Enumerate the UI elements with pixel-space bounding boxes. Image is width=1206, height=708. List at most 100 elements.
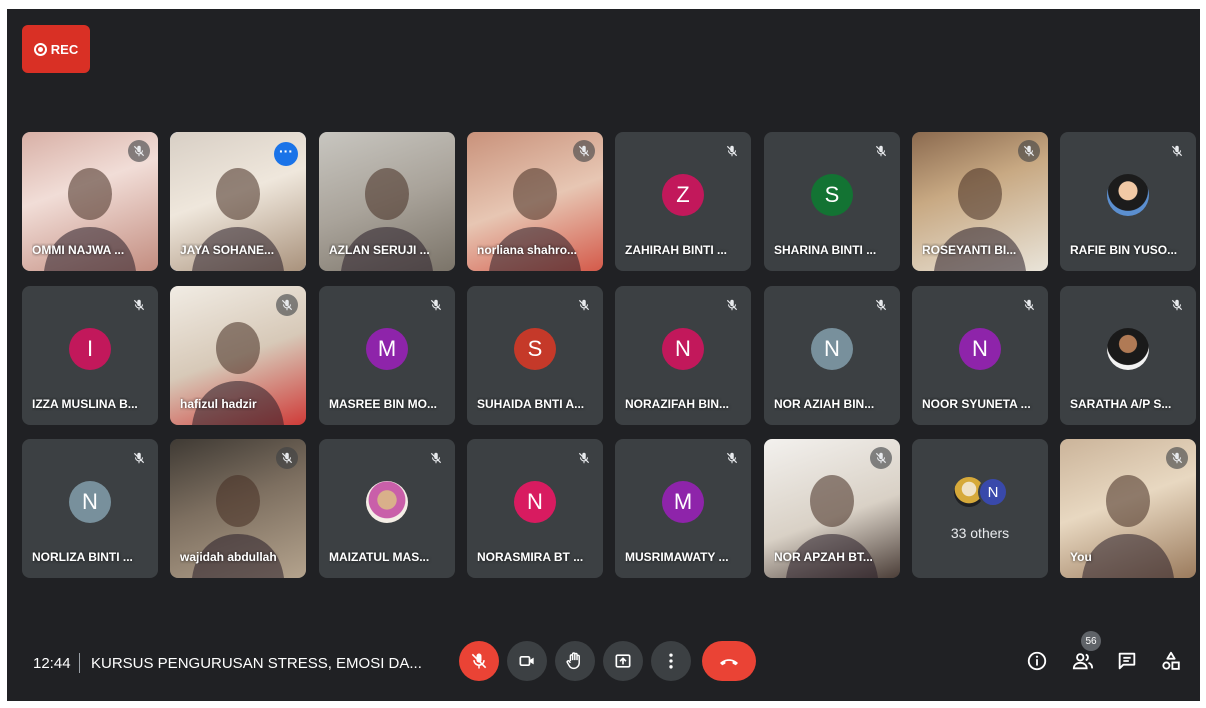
chat-button[interactable] [1113,647,1141,675]
participant-name: MAIZATUL MAS... [329,550,430,564]
avatar-photo [1107,328,1149,370]
avatar: N [811,328,853,370]
participant-tile[interactable]: ROSEYANTI BI... [912,132,1048,271]
muted-indicator [870,447,892,469]
muted-indicator [721,294,743,316]
meeting-title[interactable]: KURSUS PENGURUSAN STRESS, EMOSI DA... [91,655,422,672]
mic-off-icon [1023,299,1035,311]
meeting-stage: REC OMMI NAJWA ... ··· JAYA SOHANE... AZLAN… [7,9,1200,701]
avatar: N [662,328,704,370]
others-tile[interactable]: N 33 others [912,439,1048,578]
participant-name: SUHAIDA BNTI A... [477,397,585,411]
leave-call-button[interactable] [702,641,756,681]
people-button[interactable] [1069,647,1097,675]
participant-count-badge: 56 [1081,631,1101,651]
avatar: N [959,328,1001,370]
muted-indicator [276,294,298,316]
recording-label: REC [50,41,79,57]
mic-off-icon [133,145,145,157]
participant-name: norliana shahro... [477,243,578,257]
participant-tile[interactable]: ··· JAYA SOHANE... [170,132,306,271]
muted-indicator [1166,294,1188,316]
mic-off-icon [430,299,442,311]
participant-tile[interactable]: SARATHA A/P S... [1060,286,1196,425]
participant-tile[interactable]: MAIZATUL MAS... [319,439,455,578]
others-avatars: N [954,475,1010,509]
mic-off-icon [1023,145,1035,157]
participant-name: NORAZIFAH BIN... [625,397,729,411]
present-icon [615,654,631,668]
participant-tile[interactable]: RAFIE BIN YUSO... [1060,132,1196,271]
muted-indicator [425,294,447,316]
avatar: N [69,481,111,523]
participant-tile[interactable]: N NORLIZA BINTI ... [22,439,158,578]
muted-indicator [276,447,298,469]
mic-off-icon [1171,452,1183,464]
mic-off-icon [726,452,738,464]
participant-tile[interactable]: I IZZA MUSLINA B... [22,286,158,425]
mic-off-icon [875,452,887,464]
muted-indicator [721,447,743,469]
avatar-photo [1107,174,1149,216]
muted-indicator [573,447,595,469]
present-screen-button[interactable] [603,641,643,681]
participant-tile[interactable]: M MASREE BIN MO... [319,286,455,425]
raise-hand-button[interactable] [555,641,595,681]
camera-icon [519,656,534,666]
muted-indicator [870,140,892,162]
mic-off-icon [875,299,887,311]
camera-toggle-button[interactable] [507,641,547,681]
recording-indicator: REC [22,25,90,73]
others-initial-avatar: N [978,477,1008,507]
avatar: M [366,328,408,370]
mic-off-icon [471,653,487,669]
meeting-details-button[interactable] [1023,647,1051,675]
mic-off-icon [133,299,145,311]
participant-name: NOOR SYUNETA ... [922,397,1031,411]
participant-name: SHARINA BINTI ... [774,243,877,257]
participant-tile[interactable]: M MUSRIMAWATY ... [615,439,751,578]
participant-tile[interactable]: OMMI NAJWA ... [22,132,158,271]
muted-indicator [721,140,743,162]
muted-indicator [128,447,150,469]
muted-indicator [1018,294,1040,316]
avatar: N [514,481,556,523]
avatar: S [514,328,556,370]
participant-tile[interactable]: AZLAN SERUJI ... [319,132,455,271]
muted-indicator [1018,140,1040,162]
participant-tile[interactable]: N NOR AZIAH BIN... [764,286,900,425]
participant-name: RAFIE BIN YUSO... [1070,243,1178,257]
muted-indicator [425,447,447,469]
microphone-toggle-button[interactable] [459,641,499,681]
mic-off-icon [1171,299,1183,311]
participant-tile[interactable]: N NOOR SYUNETA ... [912,286,1048,425]
participant-name: MASREE BIN MO... [329,397,438,411]
participant-name: NORASMIRA BT ... [477,550,584,564]
participant-tile[interactable]: Z ZAHIRAH BINTI ... [615,132,751,271]
participant-name: MUSRIMAWATY ... [625,550,729,564]
activities-button[interactable] [1157,647,1185,675]
participant-tile[interactable]: hafizul hadzir [170,286,306,425]
mic-off-icon [875,145,887,157]
muted-indicator [1166,447,1188,469]
participant-tile[interactable]: N NORAZIFAH BIN... [615,286,751,425]
participant-tile[interactable]: NOR APZAH BT... [764,439,900,578]
people-icon [1072,653,1094,670]
chat-icon [1118,652,1136,670]
tile-options-button[interactable]: ··· [274,142,298,166]
others-count-label: 33 others [950,525,1010,541]
mic-off-icon [430,452,442,464]
muted-indicator [128,140,150,162]
participant-name: ZAHIRAH BINTI ... [625,243,727,257]
hand-icon [566,652,580,670]
participant-tile[interactable]: N NORASMIRA BT ... [467,439,603,578]
participant-tile[interactable]: You [1060,439,1196,578]
participant-tile[interactable]: S SUHAIDA BNTI A... [467,286,603,425]
info-icon [1027,651,1047,671]
participant-name: ROSEYANTI BI... [922,243,1017,257]
participant-tile[interactable]: norliana shahro... [467,132,603,271]
more-options-button[interactable] [651,641,691,681]
participant-tile[interactable]: S SHARINA BINTI ... [764,132,900,271]
participant-tile[interactable]: wajidah abdullah [170,439,306,578]
mic-off-icon [578,452,590,464]
